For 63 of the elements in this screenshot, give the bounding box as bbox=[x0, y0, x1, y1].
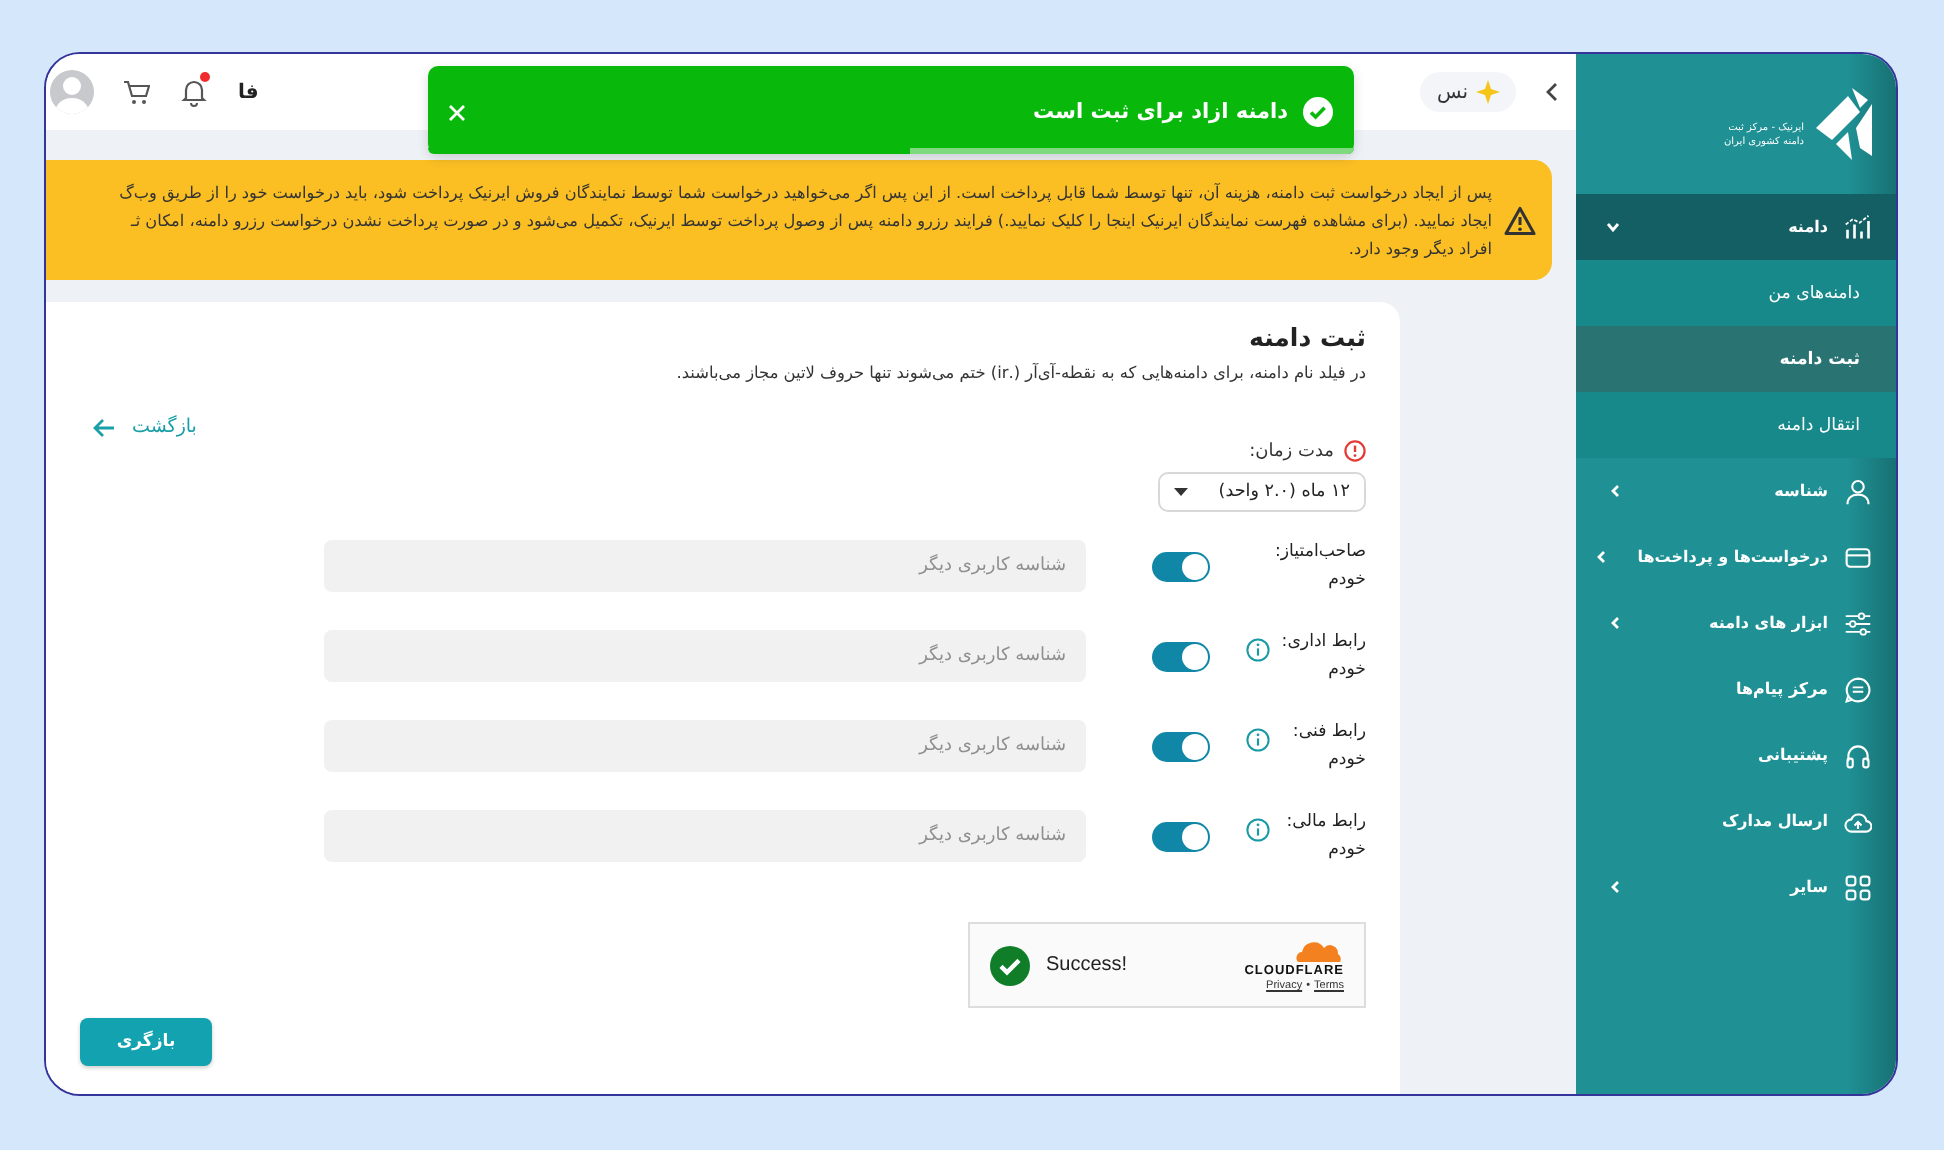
contact-label: رابط مالی: bbox=[1284, 810, 1366, 836]
toggle-switch[interactable] bbox=[1152, 551, 1210, 581]
cloud-upload-icon bbox=[1844, 807, 1872, 835]
sidebar-item[interactable]: شناسه bbox=[1576, 458, 1896, 524]
sparkle-icon bbox=[1476, 80, 1500, 104]
sidebar-item[interactable]: سایر bbox=[1576, 854, 1896, 920]
contact-value: خودم bbox=[1326, 658, 1366, 684]
sidebar-item[interactable]: مرکز پیام‌ها bbox=[1576, 656, 1896, 722]
bar-chart-icon bbox=[1844, 213, 1872, 241]
chevron-left-icon[interactable] bbox=[1544, 82, 1560, 102]
sidebar-item[interactable]: پشتیبانی bbox=[1576, 722, 1896, 788]
toggle-switch[interactable] bbox=[1152, 641, 1210, 671]
sidebar-item[interactable]: ابزار های دامنه bbox=[1576, 590, 1896, 656]
message-icon bbox=[1844, 675, 1872, 703]
back-link[interactable]: بازگشت bbox=[92, 416, 197, 438]
chevron-left-icon bbox=[1610, 880, 1620, 894]
form-title: ثبت دامنه bbox=[1246, 322, 1366, 352]
sidebar-item[interactable]: ارسال مدارک bbox=[1576, 788, 1896, 854]
check-circle-icon bbox=[1302, 96, 1334, 128]
card-icon bbox=[1844, 543, 1872, 571]
dropdown-caret-icon bbox=[1174, 488, 1188, 496]
grid-icon bbox=[1844, 873, 1872, 901]
chevron-left-icon bbox=[1610, 616, 1620, 630]
bell-icon[interactable] bbox=[178, 76, 210, 108]
toggle-switch[interactable] bbox=[1152, 821, 1210, 851]
user-id-field[interactable]: شناسه کاربری دیگر bbox=[324, 810, 1086, 862]
warning-text: پس از ایجاد درخواست ثبت دامنه، هزینه آن، تنها توسط شما قابل پرداخت است. از این پس اگر می‌خواهید درخواست شما توسط نمایندگان فروش ایرنیک پرداخت شود، باید درخواست خود را از طریق وب‌گ ایجاد نمایید. (برای مشاهده فهرست نمایندگان ایرنیک اینجا را کلیک نمایید.) فرایند رزرو دامنه پس از وصول پرداخت توسط ایرنیک، تکمیل می‌شود و در صورت پرداخت نشدن درخواست رزرو دامنه، امکان ثـ افراد دیگر وجود دارد. bbox=[119, 180, 1492, 262]
submenu-item[interactable]: انتقال دامنه bbox=[1576, 392, 1896, 458]
warning-icon bbox=[1504, 205, 1536, 235]
sidebar-item[interactable]: درخواست‌ها و پرداخت‌ها bbox=[1576, 524, 1896, 590]
chevron-left-icon bbox=[1610, 484, 1620, 498]
cart-icon[interactable] bbox=[122, 78, 150, 106]
check-circle-icon bbox=[990, 945, 1030, 985]
user-id-field[interactable]: شناسه کاربری دیگر bbox=[324, 720, 1086, 772]
duration-label: مدت زمان: bbox=[1249, 441, 1334, 461]
person-icon bbox=[1844, 477, 1872, 505]
contact-value: خودم bbox=[1326, 838, 1366, 864]
submenu-item[interactable]: دامنه‌های من bbox=[1576, 260, 1896, 326]
return-button[interactable]: بازگری bbox=[80, 1018, 212, 1066]
cloud-logo-icon bbox=[1292, 938, 1344, 962]
contact-value: خودم bbox=[1326, 568, 1366, 594]
user-id-field[interactable]: شناسه کاربری دیگر bbox=[324, 540, 1086, 592]
toggle-switch[interactable] bbox=[1152, 731, 1210, 761]
alert-circle-icon bbox=[1344, 440, 1366, 462]
toast-message: دامنه ازاد برای ثبت است bbox=[1033, 100, 1288, 124]
headset-icon bbox=[1844, 741, 1872, 769]
close-icon[interactable] bbox=[448, 104, 466, 122]
chevron-left-icon bbox=[1595, 550, 1606, 564]
contact-label: صاحب‌امتیاز: bbox=[1278, 540, 1366, 566]
sliders-icon bbox=[1844, 609, 1872, 637]
sidebar-item[interactable]: دامنه bbox=[1576, 194, 1896, 260]
duration-dropdown[interactable]: ۱۲ ماه (۲.۰ واحد) bbox=[1158, 472, 1366, 512]
submenu-item[interactable]: ثبت دامنه bbox=[1576, 326, 1896, 392]
whats-new-pill[interactable]: نس bbox=[1420, 72, 1516, 112]
user-id-field[interactable]: شناسه کاربری دیگر bbox=[324, 630, 1086, 682]
contact-label: رابط فنی: bbox=[1290, 720, 1366, 746]
chevron-down-icon bbox=[1606, 222, 1620, 232]
arrow-left-icon bbox=[92, 417, 116, 437]
contact-label: رابط اداری: bbox=[1279, 630, 1366, 656]
form-subtitle: در فیلد نام دامنه، برای دامنه‌هایی که به نقطه-آی‌آر (.ir) ختم می‌شوند تنها حروف لاتین مجاز می‌باشند. bbox=[674, 362, 1366, 382]
language-code[interactable]: فا bbox=[238, 81, 259, 103]
captcha-status: Success! bbox=[1046, 954, 1128, 976]
contact-value: خودم bbox=[1326, 748, 1366, 774]
